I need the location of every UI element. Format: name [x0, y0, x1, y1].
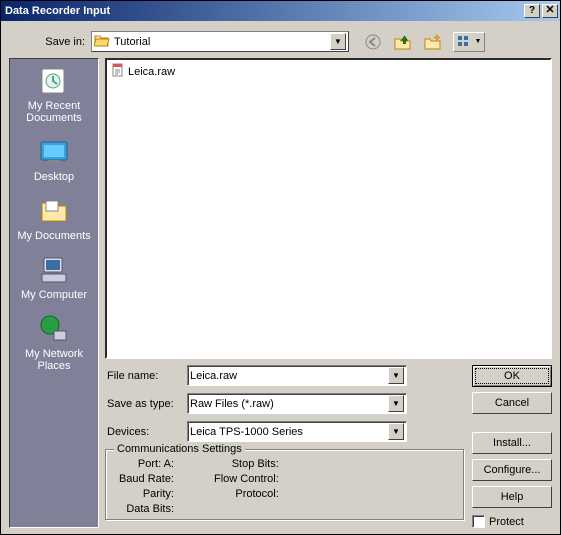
- view-menu-button[interactable]: ▼: [453, 32, 485, 52]
- comm-grid: Port: A: Baud Rate: Parity: Data Bits: S…: [114, 458, 455, 515]
- toolbar: ▼: [363, 32, 485, 52]
- chevron-down-icon[interactable]: ▼: [388, 367, 404, 384]
- save-in-combo[interactable]: Tutorial ▼: [91, 31, 349, 52]
- devices-combo[interactable]: Leica TPS-1000 Series ▼: [187, 421, 407, 442]
- list-item[interactable]: Leica.raw: [111, 62, 546, 81]
- devices-row: Devices: Leica TPS-1000 Series ▼: [105, 421, 464, 442]
- install-button[interactable]: Install...: [472, 432, 552, 454]
- fields-col: File name: Leica.raw ▼ Save as type: Raw…: [105, 365, 464, 528]
- close-titlebar-button[interactable]: [542, 4, 558, 18]
- comm-baud-label: Baud Rate:: [114, 473, 174, 485]
- file-name-label: File name:: [105, 370, 187, 382]
- comm-port-label: Port: A:: [114, 458, 174, 470]
- place-label: My Documents: [12, 230, 96, 242]
- place-my-documents[interactable]: My Documents: [12, 195, 96, 242]
- comm-databits-label: Data Bits:: [114, 503, 174, 515]
- place-recent[interactable]: My Recent Documents: [12, 65, 96, 124]
- buttons-col: OK Cancel Install... Configure... Help P…: [472, 365, 552, 528]
- comm-stopbits-label: Stop Bits:: [214, 458, 279, 470]
- chevron-down-icon[interactable]: ▼: [388, 395, 404, 412]
- ok-button[interactable]: OK: [472, 365, 552, 387]
- dialog-window: Data Recorder Input ? Save in: Tutorial …: [0, 0, 561, 535]
- comm-settings-title: Communications Settings: [114, 443, 245, 455]
- my-computer-icon: [38, 254, 70, 286]
- file-name-row: File name: Leica.raw ▼: [105, 365, 464, 386]
- comm-protocol-label: Protocol:: [214, 488, 279, 500]
- up-one-level-button[interactable]: [393, 32, 413, 52]
- comm-col-right: Stop Bits: Flow Control: Protocol:: [214, 458, 279, 515]
- folder-open-icon: [94, 33, 110, 50]
- dialog-content: Save in: Tutorial ▼: [1, 21, 560, 534]
- right-side: Leica.raw File name: Leica.raw ▼: [105, 58, 552, 528]
- protect-label: Protect: [489, 516, 524, 528]
- save-as-type-value: Raw Files (*.raw): [190, 398, 274, 410]
- help-titlebar-button[interactable]: ?: [524, 4, 540, 18]
- window-title: Data Recorder Input: [5, 5, 522, 17]
- place-desktop[interactable]: Desktop: [12, 136, 96, 183]
- file-name-value: Leica.raw: [190, 370, 237, 382]
- place-my-computer[interactable]: My Computer: [12, 254, 96, 301]
- file-name: Leica.raw: [128, 66, 175, 78]
- recent-documents-icon: [38, 65, 70, 97]
- save-in-label: Save in:: [9, 36, 91, 48]
- places-bar: My Recent Documents Desktop My Documents: [9, 58, 99, 528]
- place-label: My Computer: [12, 289, 96, 301]
- place-label: Desktop: [12, 171, 96, 183]
- place-my-network[interactable]: My Network Places: [12, 313, 96, 372]
- save-in-value: Tutorial: [114, 36, 150, 48]
- file-icon: [111, 63, 125, 80]
- file-list[interactable]: Leica.raw: [105, 58, 552, 359]
- protect-checkbox-row[interactable]: Protect: [472, 515, 552, 528]
- comm-col-left: Port: A: Baud Rate: Parity: Data Bits:: [114, 458, 174, 515]
- main-row: My Recent Documents Desktop My Documents: [9, 58, 552, 528]
- chevron-down-icon[interactable]: ▼: [388, 423, 404, 440]
- save-in-row: Save in: Tutorial ▼: [9, 31, 552, 52]
- titlebar: Data Recorder Input ?: [1, 1, 560, 21]
- comm-parity-label: Parity:: [114, 488, 174, 500]
- desktop-icon: [38, 136, 70, 168]
- comm-flow-label: Flow Control:: [214, 473, 279, 485]
- comm-settings-group: Communications Settings Port: A: Baud Ra…: [105, 449, 464, 520]
- protect-checkbox[interactable]: [472, 515, 485, 528]
- place-label: My Network Places: [12, 348, 96, 372]
- configure-button[interactable]: Configure...: [472, 459, 552, 481]
- file-name-input[interactable]: Leica.raw ▼: [187, 365, 407, 386]
- save-as-type-label: Save as type:: [105, 398, 187, 410]
- cancel-button[interactable]: Cancel: [472, 392, 552, 414]
- save-as-type-combo[interactable]: Raw Files (*.raw) ▼: [187, 393, 407, 414]
- network-places-icon: [38, 313, 70, 345]
- place-label: My Recent Documents: [12, 100, 96, 124]
- save-as-type-row: Save as type: Raw Files (*.raw) ▼: [105, 393, 464, 414]
- create-new-folder-button[interactable]: [423, 32, 443, 52]
- devices-label: Devices:: [105, 426, 187, 438]
- bottom-area: File name: Leica.raw ▼ Save as type: Raw…: [105, 365, 552, 528]
- chevron-down-icon[interactable]: ▼: [330, 33, 346, 50]
- help-button[interactable]: Help: [472, 486, 552, 508]
- back-button[interactable]: [363, 32, 383, 52]
- my-documents-icon: [38, 195, 70, 227]
- devices-value: Leica TPS-1000 Series: [190, 426, 303, 438]
